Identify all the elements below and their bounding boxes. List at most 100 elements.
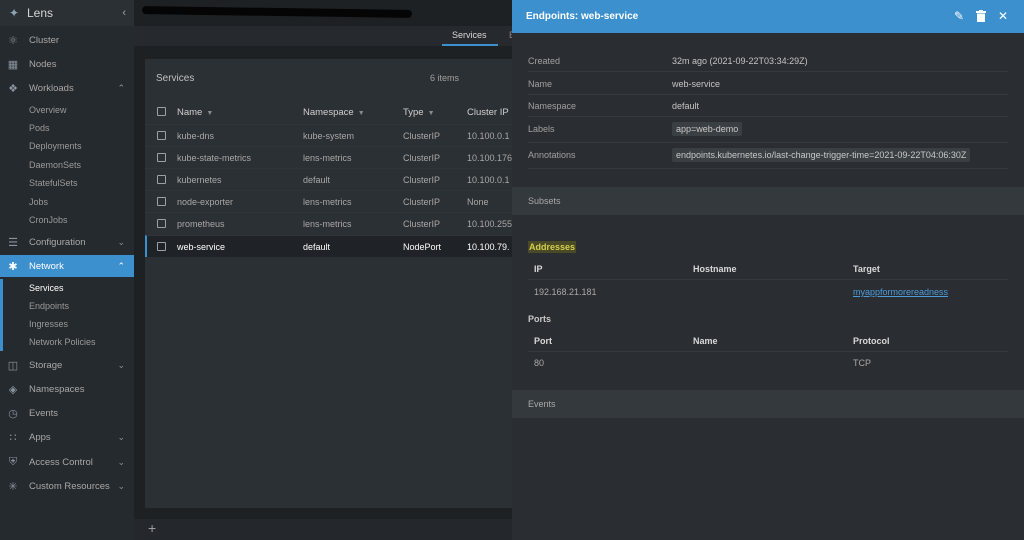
sidebar-subitem-statefulsets[interactable]: StatefulSets [29, 174, 78, 192]
events-section-header: Events [512, 390, 1024, 418]
close-icon[interactable]: ✕ [995, 8, 1011, 24]
sidebar-item-configuration[interactable]: ☰ Configuration ⌄ [0, 231, 134, 253]
sidebar-subitem-services[interactable]: Services [29, 279, 64, 297]
apps-icon: ∷ [9, 431, 17, 444]
detail-label-labels: Labels [528, 124, 555, 134]
row-checkbox[interactable] [157, 219, 166, 228]
details-drawer: Endpoints: web-service ✎ ✕ Created 32m a… [512, 0, 1024, 540]
cell-namespace: default [303, 242, 331, 252]
detail-label-namespace: Namespace [528, 101, 577, 111]
cell-type: ClusterIP [403, 197, 441, 207]
row-checkbox[interactable] [157, 131, 166, 140]
sidebar-item-events[interactable]: ◷ Events [0, 402, 134, 424]
cell-name: node-exporter [177, 197, 234, 207]
table-row[interactable]: kube-state-metrics lens-metrics ClusterI… [145, 146, 512, 168]
sidebar-item-access-control[interactable]: ⛨ Access Control ⌄ [0, 451, 134, 473]
redacted-cluster-name [141, 6, 413, 18]
row-checkbox[interactable] [157, 242, 166, 251]
sidebar-item-label: Access Control [29, 456, 93, 468]
sidebar-item-label: Custom Resources [29, 480, 110, 492]
cell-cluster-ip: 10.100.255 [467, 219, 512, 229]
sidebar-subitem-daemonsets[interactable]: DaemonSets [29, 156, 81, 174]
detail-value-name: web-service [672, 79, 721, 89]
detail-label-name: Name [528, 79, 553, 89]
app-title: Lens [27, 6, 54, 20]
sidebar-subitem-pods[interactable]: Pods [29, 119, 50, 137]
select-all-checkbox[interactable] [157, 107, 166, 116]
sidebar-item-label: Events [29, 407, 59, 419]
cell-namespace: lens-metrics [303, 219, 352, 229]
cell-cluster-ip: 10.100.79. [467, 242, 510, 252]
table-row[interactable]: prometheus lens-metrics ClusterIP 10.100… [145, 212, 512, 234]
sidebar-item-workloads[interactable]: ❖ Workloads ⌃ [0, 77, 134, 99]
row-checkbox[interactable] [157, 175, 166, 184]
sidebar-item-custom-resources[interactable]: ✳ Custom Resources ⌄ [0, 475, 134, 497]
drawer-title: Endpoints: web-service [526, 11, 639, 22]
table-row[interactable]: kubernetes default ClusterIP 10.100.0.1 [145, 168, 512, 190]
sidebar-subitem-endpoints[interactable]: Endpoints [29, 297, 69, 315]
table-row[interactable]: node-exporter lens-metrics ClusterIP Non… [145, 190, 512, 212]
events-title: Events [528, 399, 556, 409]
column-header-namespace[interactable]: Namespace ▼ [303, 107, 365, 118]
sidebar-subitem-cronjobs[interactable]: CronJobs [29, 211, 68, 229]
detail-label-annotations: Annotations [528, 150, 576, 160]
table-row-selected[interactable]: web-service default NodePort 10.100.79. [145, 235, 512, 257]
sidebar: ✦ Lens ‹ ⚛ Cluster ▦ Nodes ❖ Workloads ⌃… [0, 0, 134, 540]
trash-icon[interactable] [973, 8, 989, 24]
row-checkbox[interactable] [157, 153, 166, 162]
table-header: Name ▼ Namespace ▼ Type ▼ Cluster IP [145, 101, 512, 123]
row-checkbox[interactable] [157, 197, 166, 206]
sidebar-subitem-jobs[interactable]: Jobs [29, 193, 48, 211]
sidebar-item-apps[interactable]: ∷ Apps ⌄ [0, 426, 134, 448]
cell-namespace: lens-metrics [303, 153, 352, 163]
cell-cluster-ip: None [467, 197, 489, 207]
addresses-title: Addresses [528, 241, 577, 253]
subsets-title: Subsets [528, 196, 561, 206]
item-count: 6 items [430, 73, 460, 83]
table-row[interactable]: kube-dns kube-system ClusterIP 10.100.0.… [145, 124, 512, 146]
sort-icon: ▼ [357, 110, 365, 117]
edit-icon[interactable]: ✎ [951, 8, 967, 24]
sidebar-subitem-ingresses[interactable]: Ingresses [29, 315, 68, 333]
services-table-panel: Services 6 items Name ▼ Namespace ▼ Type ▼ … [145, 59, 512, 508]
sidebar-subitem-overview[interactable]: Overview [29, 101, 67, 119]
cell-name: prometheus [177, 219, 225, 229]
workloads-icon: ❖ [8, 82, 18, 95]
address-target-link[interactable]: myappformorereadness [853, 287, 948, 297]
sidebar-item-label: Configuration [29, 236, 86, 248]
column-header-name[interactable]: Name ▼ [177, 107, 213, 118]
nodes-icon: ▦ [7, 58, 19, 71]
cell-type: ClusterIP [403, 219, 441, 229]
sidebar-item-label: Namespaces [29, 383, 85, 395]
chevron-up-icon: ⌃ [117, 260, 125, 271]
chevron-down-icon: ⌄ [117, 236, 125, 247]
chevron-down-icon: ⌄ [117, 359, 125, 370]
puzzle-icon: ✳ [8, 480, 18, 493]
drawer-header: Endpoints: web-service ✎ ✕ [512, 0, 1024, 33]
divider [528, 71, 1008, 72]
cell-name: kube-dns [177, 131, 215, 141]
cell-cluster-ip: 10.100.0.1 [467, 175, 510, 185]
column-header-cluster-ip[interactable]: Cluster IP [467, 107, 509, 118]
sidebar-item-label: Nodes [29, 58, 57, 70]
address-ip: 192.168.21.181 [534, 287, 597, 297]
sidebar-item-cluster[interactable]: ⚛ Cluster [0, 29, 134, 51]
tab-services[interactable]: Services [452, 30, 487, 40]
divider [528, 168, 1008, 169]
column-header-type[interactable]: Type ▼ [403, 107, 435, 118]
sidebar-item-nodes[interactable]: ▦ Nodes [0, 53, 134, 75]
add-icon[interactable]: + [148, 520, 156, 536]
events-icon: ◷ [8, 407, 18, 420]
chevron-down-icon: ⌄ [117, 431, 125, 442]
sidebar-item-namespaces[interactable]: ◈ Namespaces [0, 378, 134, 400]
sidebar-subitem-deployments[interactable]: Deployments [29, 137, 82, 155]
sidebar-subitem-network-policies[interactable]: Network Policies [29, 333, 96, 351]
sidebar-item-label: Storage [29, 359, 63, 371]
detail-value-annotations: endpoints.kubernetes.io/last-change-trig… [672, 148, 971, 162]
chevron-down-icon: ⌄ [117, 480, 125, 491]
collapse-sidebar-icon[interactable]: ‹ [122, 7, 126, 19]
sidebar-item-storage[interactable]: ◫ Storage ⌄ [0, 354, 134, 376]
ports-title: Ports [528, 314, 552, 324]
sidebar-item-network[interactable]: ✱ Network ⌃ [0, 255, 134, 277]
column-header-ip: IP [534, 264, 543, 274]
